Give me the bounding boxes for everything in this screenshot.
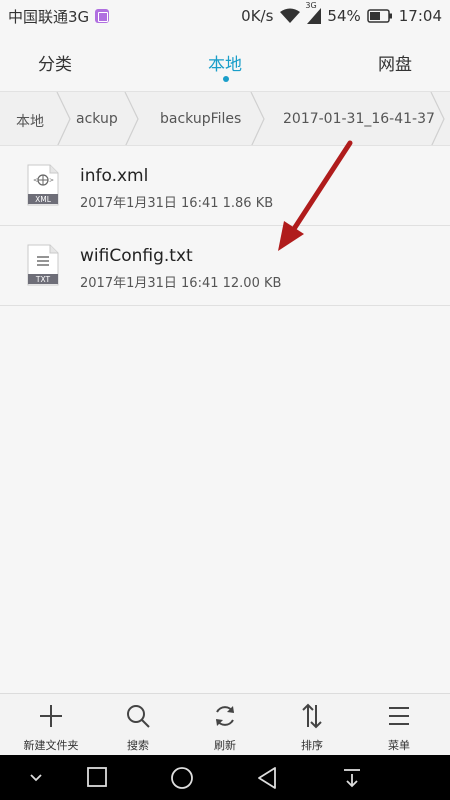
refresh-button[interactable]: 刷新: [180, 694, 270, 756]
new-folder-label: 新建文件夹: [23, 739, 79, 752]
txt-file-icon: TXT: [27, 244, 59, 286]
status-bar: 中国联通3G 0K/s 3G 54% 17:04: [0, 0, 450, 32]
cellular-signal-icon: 3G: [305, 1, 322, 24]
breadcrumb-separator-icon: [250, 92, 265, 145]
search-icon: [127, 705, 150, 728]
breadcrumb-item-local[interactable]: 本地: [16, 111, 44, 131]
refresh-label: 刷新: [214, 739, 236, 752]
back-triangle-icon[interactable]: [256, 766, 278, 790]
tab-category[interactable]: 分类: [38, 50, 72, 75]
active-tab-indicator: [223, 76, 229, 82]
breadcrumb-separator-icon: [124, 92, 139, 145]
tab-local[interactable]: 本地: [208, 50, 242, 75]
bottom-toolbar: 新建文件夹 搜索 刷新 排序 菜单: [0, 693, 450, 755]
menu-button[interactable]: 菜单: [354, 694, 444, 756]
recents-square-icon[interactable]: [86, 766, 108, 788]
xml-file-icon: < > XML: [27, 164, 59, 206]
breadcrumb-item-backup[interactable]: ackup: [76, 111, 118, 127]
new-folder-button[interactable]: 新建文件夹: [6, 694, 96, 756]
search-button[interactable]: 搜索: [93, 694, 183, 756]
annotation-arrow-icon: [278, 140, 353, 251]
sort-label: 排序: [301, 739, 323, 752]
file-row[interactable]: TXT wifiConfig.txt 2017年1月31日 16:41 12.0…: [0, 226, 450, 306]
breadcrumb-item-current[interactable]: 2017-01-31_16-41-37: [283, 111, 435, 127]
file-meta: 2017年1月31日 16:41 1.86 KB: [80, 196, 274, 211]
refresh-icon: [216, 706, 234, 726]
breadcrumb-separator-icon: [430, 92, 445, 145]
file-name: wifiConfig.txt: [80, 246, 193, 266]
breadcrumb-item-backupfiles[interactable]: backupFiles: [160, 111, 241, 127]
signal-type-label: 3G: [305, 1, 317, 10]
breadcrumb: 本地 ackup backupFiles 2017-01-31_16-41-37: [0, 91, 450, 146]
file-row[interactable]: < > XML info.xml 2017年1月31日 16:41 1.86 K…: [0, 146, 450, 226]
system-nav-bar: [0, 755, 450, 800]
wifi-icon: [279, 8, 301, 24]
breadcrumb-separator-icon: [56, 92, 71, 145]
svg-text:<: <: [33, 177, 38, 184]
menu-icon: [389, 707, 409, 725]
sort-button[interactable]: 排序: [267, 694, 357, 756]
sort-icon: [302, 703, 322, 729]
svg-text:>: >: [49, 177, 54, 184]
carrier-name: 中国联通3G: [8, 7, 90, 26]
chevron-down-icon[interactable]: [28, 766, 44, 788]
clock: 17:04: [398, 7, 442, 25]
tab-cloud-drive[interactable]: 网盘: [378, 50, 412, 75]
gallery-badge-icon: [95, 9, 110, 23]
network-speed: 0K/s: [241, 7, 274, 25]
home-circle-icon[interactable]: [170, 766, 194, 790]
search-label: 搜索: [127, 739, 149, 752]
plus-icon: [40, 705, 62, 727]
notification-pulldown-icon[interactable]: [342, 766, 362, 790]
menu-label: 菜单: [388, 739, 410, 752]
file-meta: 2017年1月31日 16:41 12.00 KB: [80, 276, 282, 291]
file-list: < > XML info.xml 2017年1月31日 16:41 1.86 K…: [0, 146, 450, 306]
file-name: info.xml: [80, 166, 149, 186]
file-type-label: TXT: [35, 275, 51, 284]
battery-icon: [367, 9, 393, 23]
battery-percent: 54%: [327, 7, 361, 25]
file-type-label: XML: [35, 195, 52, 204]
